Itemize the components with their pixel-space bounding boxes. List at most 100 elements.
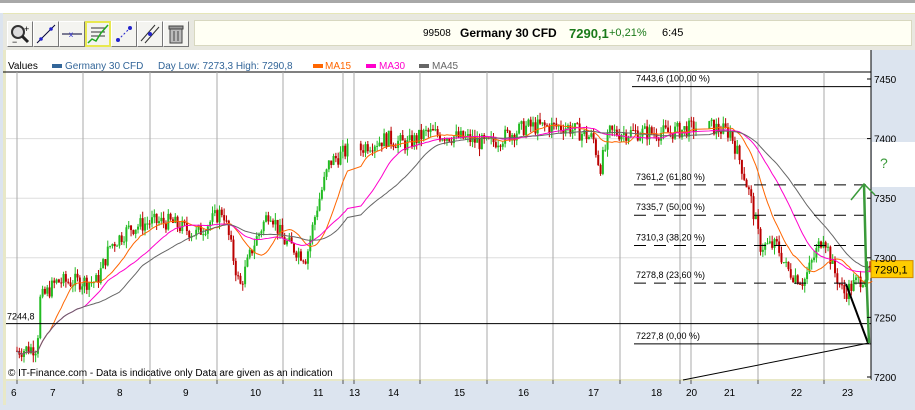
- candle-up-body: [181, 220, 184, 231]
- horizontal-line-icon: x: [62, 30, 82, 39]
- candle-up-body: [459, 130, 462, 138]
- candle-up-body: [327, 160, 330, 170]
- candle-down-body: [113, 243, 116, 247]
- candle-up-body: [613, 129, 616, 131]
- candle-up-body: [587, 136, 590, 140]
- candle-down-body: [188, 231, 191, 238]
- candle-up-body: [754, 215, 757, 220]
- candle-up-body: [218, 209, 221, 223]
- candle-up-body: [708, 121, 711, 129]
- candle-up-body: [127, 225, 130, 228]
- delete-button[interactable]: [163, 21, 189, 47]
- candle-down-body: [411, 135, 414, 147]
- candle-down-body: [359, 143, 362, 151]
- candle-up-body: [662, 125, 665, 134]
- candle-down-body: [838, 283, 841, 285]
- legend-values-label: Values: [8, 61, 38, 72]
- candle-up-body: [369, 150, 372, 152]
- candle-up-body: [688, 120, 691, 137]
- candle-up-body: [441, 139, 444, 141]
- svg-text:+: +: [24, 24, 29, 34]
- x-tick-label: 8: [117, 388, 123, 399]
- candle-up-body: [125, 227, 128, 242]
- candle-down-body: [148, 223, 151, 225]
- legend-ma15-label: MA15: [325, 61, 352, 72]
- candle-down-body: [169, 213, 172, 220]
- candle-up-body: [265, 215, 268, 222]
- candle-down-body: [478, 138, 481, 150]
- parallel-lines-icon: [140, 24, 160, 44]
- zoom-button[interactable]: + −: [7, 21, 33, 47]
- candle-up-body: [211, 213, 214, 222]
- candle-down-body: [380, 142, 383, 147]
- candle-up-body: [736, 145, 739, 154]
- candle-down-body: [499, 145, 502, 147]
- candle-down-body: [225, 220, 228, 222]
- window-header-strip: [0, 3, 915, 13]
- parallel-lines-button[interactable]: [137, 21, 163, 47]
- candle-up-body: [123, 241, 126, 243]
- candle-up-body: [822, 242, 825, 248]
- candle-down-body: [299, 251, 302, 261]
- candle-down-body: [223, 215, 226, 221]
- x-tick-label: 17: [588, 388, 600, 399]
- candle-up-body: [425, 129, 428, 131]
- legend-ma45-label: MA45: [432, 61, 459, 72]
- candle-up-body: [316, 210, 319, 218]
- candle-up-body: [852, 280, 855, 291]
- candle-up-body: [683, 126, 686, 130]
- channel-button[interactable]: [111, 21, 137, 47]
- x-tick-label: 23: [842, 388, 854, 399]
- horizontal-line-button[interactable]: x: [59, 21, 85, 47]
- trend-line-button[interactable]: [33, 21, 59, 47]
- candle-up-body: [285, 240, 288, 245]
- candle-down-body: [427, 129, 430, 132]
- candle-down-body: [401, 135, 404, 141]
- candle-up-body: [782, 262, 785, 264]
- candle-down-body: [431, 129, 434, 131]
- trash-icon: [168, 25, 184, 44]
- candle-up-body: [520, 121, 523, 124]
- candle-up-body: [729, 131, 732, 138]
- candle-down-body: [292, 243, 295, 253]
- candle-up-body: [378, 142, 381, 146]
- candle-down-body: [745, 179, 748, 188]
- candle-up-body: [311, 224, 314, 240]
- price-chart[interactable]: Values Germany 30 CFD Day Low: 7273,3 Hi…: [3, 50, 915, 405]
- candle-up-body: [213, 210, 216, 214]
- fibonacci-level-label: 7361,2 (61,80 %): [636, 172, 705, 182]
- candle-up-body: [274, 219, 277, 225]
- candle-up-body: [41, 288, 44, 297]
- candle-down-body: [230, 235, 233, 240]
- candle-down-body: [337, 158, 340, 165]
- candle-up-body: [817, 241, 820, 249]
- candle-down-body: [731, 131, 734, 141]
- candle-down-body: [457, 131, 460, 138]
- candle-up-body: [604, 149, 607, 151]
- candle-up-body: [387, 130, 390, 147]
- candle-down-body: [801, 284, 804, 286]
- candle-down-body: [657, 138, 660, 141]
- candle-down-body: [743, 173, 746, 180]
- candle-down-body: [385, 133, 388, 147]
- candle-down-body: [85, 277, 88, 290]
- candle-down-body: [712, 119, 715, 135]
- candle-down-body: [104, 259, 107, 266]
- candle-down-body: [241, 283, 244, 285]
- candle-down-body: [232, 239, 235, 261]
- fibonacci-button[interactable]: [85, 21, 111, 47]
- candle-up-body: [518, 123, 521, 134]
- candle-up-body: [204, 233, 207, 235]
- candle-down-body: [302, 260, 305, 262]
- candle-down-body: [227, 220, 230, 236]
- candle-up-body: [34, 353, 37, 356]
- candle-down-body: [750, 189, 753, 197]
- candle-up-body: [46, 287, 49, 294]
- candle-up-body: [144, 223, 147, 231]
- x-tick-label: 11: [313, 388, 324, 399]
- candle-up-body: [376, 145, 379, 147]
- candle-up-body: [810, 260, 813, 263]
- x-tick-label: 10: [250, 388, 262, 399]
- candle-down-body: [283, 237, 286, 245]
- candle-up-body: [157, 221, 160, 224]
